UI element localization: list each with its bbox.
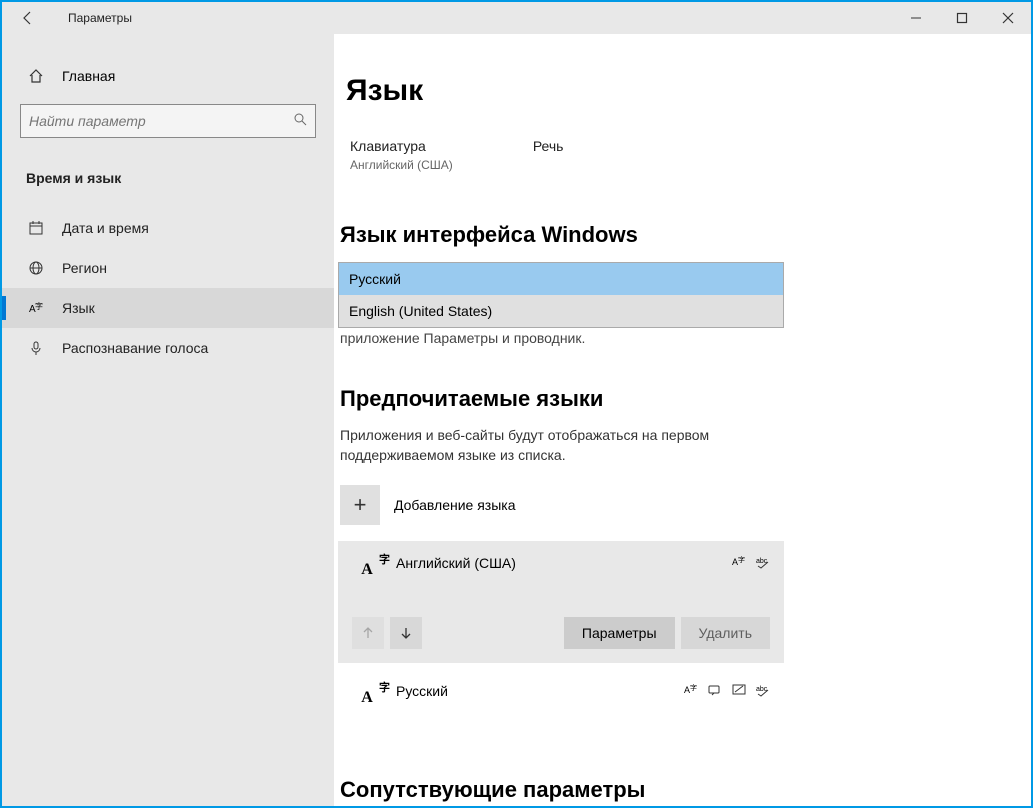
add-language-button[interactable]: + Добавление языка bbox=[338, 485, 1031, 525]
related-settings-heading: Сопутствующие параметры bbox=[338, 777, 1031, 803]
display-lang-icon: A字 bbox=[732, 555, 746, 572]
keyboard-tile[interactable]: Клавиатура Английский (США) bbox=[350, 138, 453, 172]
language-feature-badges: A字 abc bbox=[732, 555, 770, 572]
language-name: Русский bbox=[396, 683, 684, 699]
search-box[interactable] bbox=[20, 104, 316, 138]
category-heading: Время и язык bbox=[2, 158, 334, 198]
page-title: Язык bbox=[338, 74, 1031, 108]
back-button[interactable] bbox=[12, 2, 44, 34]
display-language-heading: Язык интерфейса Windows bbox=[338, 222, 1031, 248]
home-icon bbox=[26, 68, 46, 84]
handwriting-icon bbox=[732, 683, 746, 700]
add-language-label: Добавление языка bbox=[394, 497, 516, 513]
globe-icon bbox=[26, 260, 46, 276]
nav-date-time[interactable]: Дата и время bbox=[2, 208, 334, 248]
sidebar: Главная Время и язык Дата и время bbox=[2, 34, 334, 806]
preferred-languages-heading: Предпочитаемые языки bbox=[338, 386, 1031, 412]
svg-text:字: 字 bbox=[35, 301, 43, 311]
dropdown-option-english[interactable]: English (United States) bbox=[339, 295, 783, 327]
minimize-button[interactable] bbox=[893, 2, 939, 34]
language-delete-button: Удалить bbox=[681, 617, 770, 649]
language-name: Английский (США) bbox=[396, 555, 732, 571]
preferred-description: Приложения и веб-сайты будут отображатьс… bbox=[338, 426, 778, 465]
nav-speech[interactable]: Распознавание голоса bbox=[2, 328, 334, 368]
svg-text:字: 字 bbox=[690, 683, 697, 692]
nav-region[interactable]: Регион bbox=[2, 248, 334, 288]
language-options-button[interactable]: Параметры bbox=[564, 617, 675, 649]
nav-label: Дата и время bbox=[62, 220, 149, 236]
home-link[interactable]: Главная bbox=[2, 58, 334, 94]
dropdown-option-russian[interactable]: Русский bbox=[339, 263, 783, 295]
nav-language[interactable]: A字 Язык bbox=[2, 288, 334, 328]
language-feature-badges: A字 abc bbox=[684, 683, 770, 700]
search-icon bbox=[293, 112, 307, 131]
window-title: Параметры bbox=[68, 11, 132, 25]
speech-tile[interactable]: Речь bbox=[533, 138, 564, 172]
language-card-russian[interactable]: A字 Русский A字 abc bbox=[338, 669, 784, 727]
close-button[interactable] bbox=[985, 2, 1031, 34]
truncated-description: приложение Параметры и проводник. bbox=[338, 330, 1031, 346]
language-glyph-icon: A字 bbox=[352, 555, 382, 585]
maximize-button[interactable] bbox=[939, 2, 985, 34]
calendar-icon bbox=[26, 220, 46, 236]
display-lang-icon: A字 bbox=[684, 683, 698, 700]
plus-icon: + bbox=[340, 485, 380, 525]
move-up-button bbox=[352, 617, 384, 649]
speech-label: Речь bbox=[533, 138, 564, 154]
main-panel: Язык Клавиатура Английский (США) Речь Яз… bbox=[334, 34, 1031, 806]
keyboard-label: Клавиатура bbox=[350, 138, 453, 154]
keyboard-value: Английский (США) bbox=[350, 158, 453, 172]
nav-label: Регион bbox=[62, 260, 107, 276]
language-glyph-icon: A字 bbox=[352, 683, 382, 713]
search-input[interactable] bbox=[29, 113, 293, 129]
spellcheck-icon: abc bbox=[756, 683, 770, 700]
display-language-dropdown[interactable]: Русский English (United States) bbox=[338, 262, 784, 328]
move-down-button[interactable] bbox=[390, 617, 422, 649]
microphone-icon bbox=[26, 340, 46, 356]
tts-icon bbox=[708, 683, 722, 700]
spellcheck-icon: abc bbox=[756, 555, 770, 572]
svg-text:字: 字 bbox=[738, 555, 745, 564]
language-icon: A字 bbox=[26, 300, 46, 316]
nav-label: Распознавание голоса bbox=[62, 340, 208, 356]
titlebar: Параметры bbox=[2, 2, 1031, 34]
nav-label: Язык bbox=[62, 300, 95, 316]
home-label: Главная bbox=[62, 68, 115, 84]
language-card-english[interactable]: A字 Английский (США) A字 abc bbox=[338, 541, 784, 663]
